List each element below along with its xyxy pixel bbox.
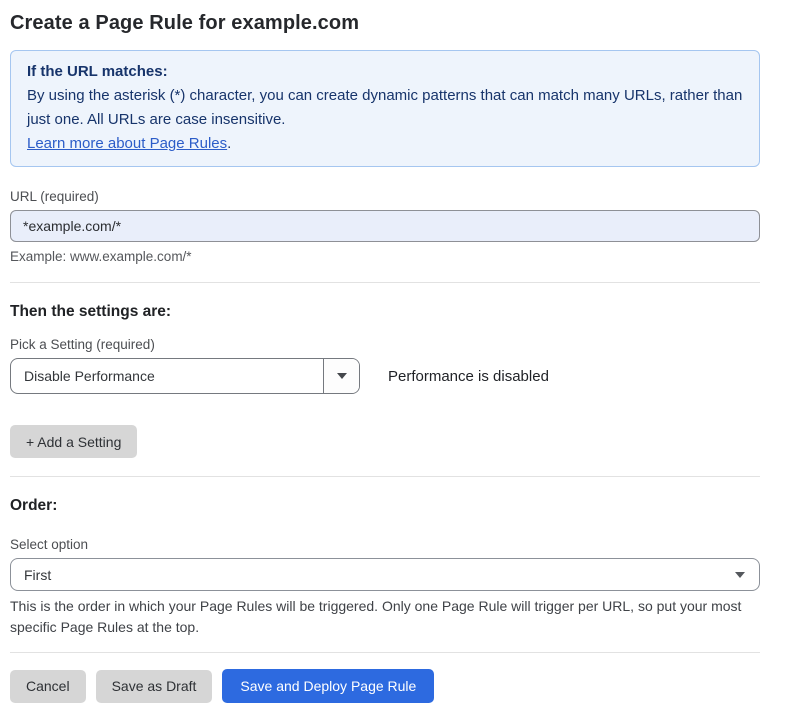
pick-setting-label: Pick a Setting (required): [10, 337, 760, 352]
setting-select-arrow-button[interactable]: [323, 359, 359, 393]
divider: [10, 652, 760, 653]
info-box-heading: If the URL matches:: [27, 60, 743, 84]
order-help-text: This is the order in which your Page Rul…: [10, 596, 760, 638]
divider: [10, 476, 760, 477]
url-field-label: URL (required): [10, 189, 760, 204]
order-section-heading: Order:: [10, 497, 760, 515]
setting-select[interactable]: Disable Performance: [10, 358, 360, 394]
setting-row: Disable Performance Performance is disab…: [10, 358, 760, 394]
url-example-hint: Example: www.example.com/*: [10, 249, 760, 264]
learn-more-link[interactable]: Learn more about Page Rules: [27, 135, 227, 152]
setting-status-text: Performance is disabled: [388, 368, 549, 385]
chevron-down-icon: [337, 373, 347, 379]
url-matches-info-box: If the URL matches: By using the asteris…: [10, 50, 760, 167]
order-select-value: First: [24, 567, 51, 583]
add-setting-button[interactable]: + Add a Setting: [10, 425, 137, 458]
link-suffix: .: [227, 135, 231, 152]
divider: [10, 282, 760, 283]
create-page-rule-page: Create a Page Rule for example.com If th…: [0, 0, 790, 703]
cancel-button[interactable]: Cancel: [10, 670, 86, 703]
save-as-draft-button[interactable]: Save as Draft: [96, 670, 213, 703]
page-title: Create a Page Rule for example.com: [10, 12, 760, 35]
setting-select-value: Disable Performance: [11, 359, 323, 393]
form-actions: Cancel Save as Draft Save and Deploy Pag…: [10, 669, 760, 703]
save-and-deploy-button[interactable]: Save and Deploy Page Rule: [222, 669, 434, 703]
order-select[interactable]: First: [10, 558, 760, 591]
chevron-down-icon: [735, 572, 745, 578]
order-select-label: Select option: [10, 537, 760, 552]
info-box-link-line: Learn more about Page Rules.: [27, 132, 743, 156]
info-box-body: By using the asterisk (*) character, you…: [27, 84, 743, 132]
url-input[interactable]: [10, 210, 760, 242]
settings-section-heading: Then the settings are:: [10, 303, 760, 321]
